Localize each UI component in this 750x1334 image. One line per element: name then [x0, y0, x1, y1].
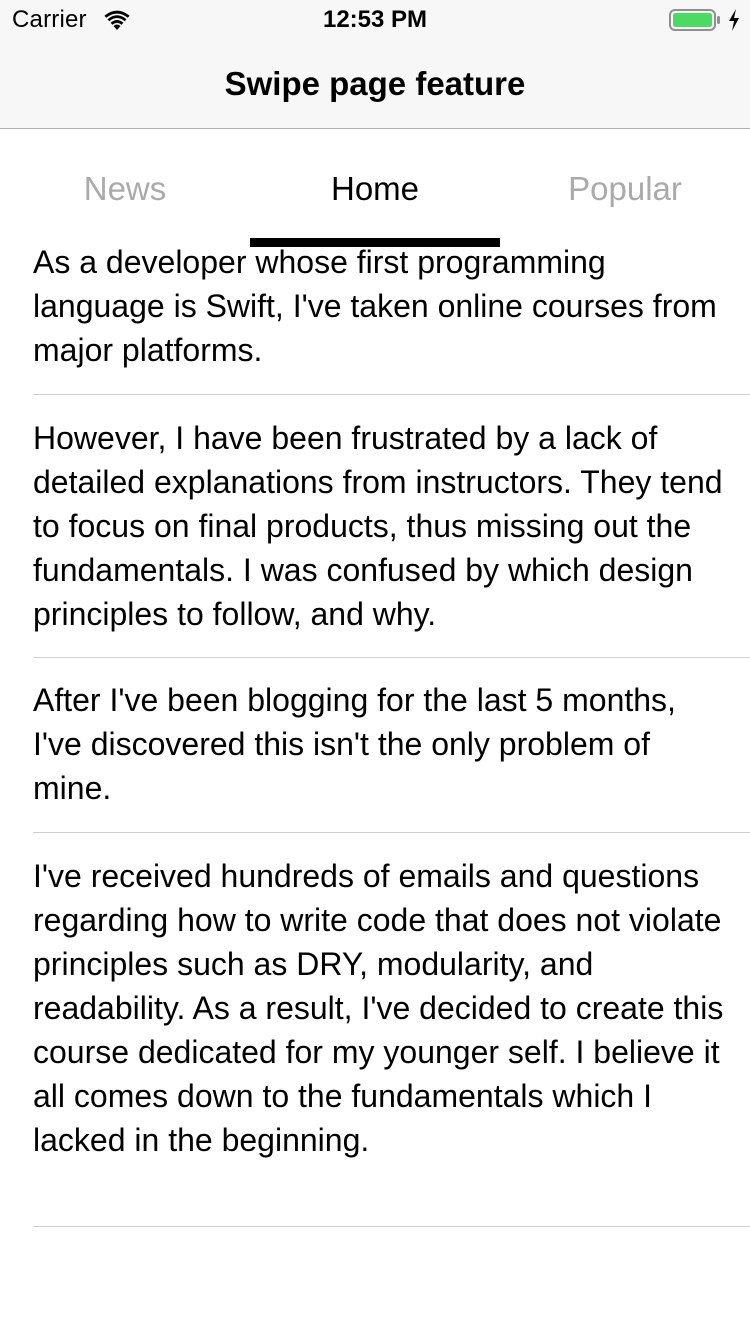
status-time: 12:53 PM	[322, 6, 428, 33]
tab-bar: News Home Popular	[0, 129, 750, 247]
top-chrome: Carrier 12:53 PM Swipe page feature	[0, 0, 750, 129]
page-title: Swipe page feature	[224, 65, 526, 102]
list-item-text: After I've been blogging for the last 5 …	[33, 682, 676, 806]
content-list[interactable]: As a developer whose first programming l…	[0, 240, 750, 1227]
list-item[interactable]: After I've been blogging for the last 5 …	[33, 658, 750, 833]
list-item[interactable]: I've received hundreds of emails and que…	[33, 833, 750, 1227]
list-item-text: As a developer whose first programming l…	[33, 244, 717, 368]
app-screen: Carrier 12:53 PM Swipe page feature News…	[0, 0, 750, 1334]
list-item[interactable]: However, I have been frustrated by a lac…	[33, 395, 750, 658]
battery-icon	[669, 9, 720, 31]
tab-popular[interactable]: Popular	[500, 169, 750, 209]
list-item-text: However, I have been frustrated by a lac…	[33, 420, 723, 632]
tab-news[interactable]: News	[0, 169, 250, 209]
list-item[interactable]: As a developer whose first programming l…	[33, 240, 750, 395]
list-item-text: I've received hundreds of emails and que…	[33, 858, 724, 1158]
tab-home[interactable]: Home	[250, 169, 500, 209]
status-bar: Carrier 12:53 PM	[0, 0, 750, 40]
charging-bolt-icon	[729, 9, 739, 31]
